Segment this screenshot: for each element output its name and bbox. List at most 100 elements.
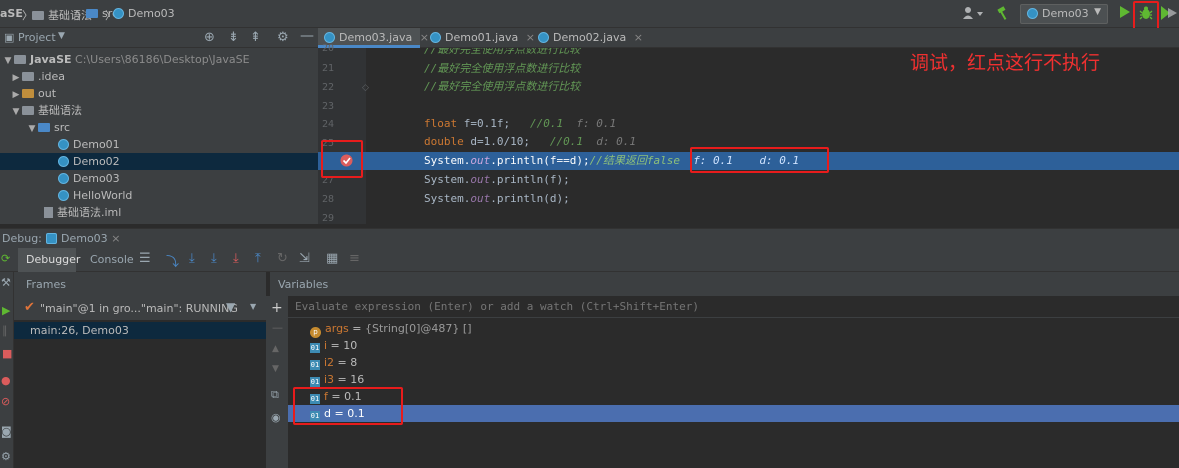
folder-icon: [22, 89, 34, 98]
editor-gutter[interactable]: 20 21 22 23 24 25 26 27 28 29 ◇: [318, 43, 369, 224]
move-up-icon[interactable]: ▲: [272, 344, 279, 354]
class-icon: [58, 190, 69, 201]
code-text: .println(d);: [490, 192, 570, 205]
code-line-21: //最好完全使用浮点数进行比较: [424, 62, 581, 75]
tree-item-label: JavaSE: [30, 53, 72, 66]
static-field: out: [470, 154, 491, 167]
tree-item-idea[interactable]: ▶ .idea: [0, 68, 318, 85]
minimize-icon[interactable]: —: [300, 28, 314, 44]
evaluate-expression-input[interactable]: [288, 296, 1179, 318]
tree-item-label: 基础语法.iml: [57, 206, 122, 219]
show-execution-point-icon[interactable]: ⤵: [166, 251, 179, 270]
run-icon[interactable]: [1120, 6, 1130, 21]
trace-icon[interactable]: ≡: [349, 251, 360, 266]
variable-row[interactable]: p args = {String[0]@487} []: [288, 320, 1179, 338]
pause-icon[interactable]: ∥: [2, 324, 8, 337]
tab-demo02[interactable]: Demo02.java ×: [532, 28, 643, 48]
primitive-icon: 01: [310, 377, 320, 387]
gear-icon[interactable]: ⚙: [1, 450, 11, 463]
run-configuration-select[interactable]: Demo03 ▼: [1020, 4, 1108, 24]
tree-item-demo01[interactable]: Demo01: [0, 136, 318, 153]
code-line-24: float f=0.1f; //0.1 f: 0.1: [424, 115, 616, 133]
close-icon[interactable]: ×: [634, 31, 643, 44]
static-field: out: [470, 173, 491, 186]
tab-debugger[interactable]: Debugger: [18, 248, 80, 272]
add-watch-icon[interactable]: +: [271, 300, 283, 316]
tree-item-helloworld[interactable]: HelloWorld: [0, 187, 318, 204]
debug-session-tab[interactable]: Demo03 ×: [46, 232, 120, 245]
collapse-all-icon[interactable]: ⇞: [250, 30, 261, 45]
filter-icon[interactable]: ▼: [226, 300, 235, 314]
resume-icon[interactable]: ▶: [2, 304, 10, 317]
drop-frame-icon[interactable]: ↻: [277, 251, 288, 266]
rerun-icon[interactable]: ⟳: [1, 252, 10, 265]
mute-breakpoints-icon[interactable]: ⊘: [1, 395, 10, 408]
code-line-20: //最好完全使用浮点数进行比较: [424, 48, 581, 56]
variable-name: args: [325, 322, 349, 335]
run-to-cursor-icon[interactable]: ⇲: [299, 251, 310, 266]
tree-item-src[interactable]: ▼ src: [0, 119, 318, 136]
expand-all-icon[interactable]: ⇟: [228, 30, 239, 45]
frame-item[interactable]: main:26, Demo03: [14, 322, 266, 339]
tab-demo01[interactable]: Demo01.java ×: [424, 28, 535, 48]
camera-icon[interactable]: ◙: [1, 425, 12, 438]
tree-item-module[interactable]: ▼ 基础语法: [0, 102, 318, 119]
variables-header: Variables: [270, 272, 1179, 296]
run-config-label: Demo03: [1042, 7, 1089, 20]
project-panel-title[interactable]: Project: [18, 31, 56, 44]
code-line-25: double d=1.0/10; //0.1 d: 0.1: [424, 133, 636, 151]
class-icon: [430, 32, 441, 43]
tree-item-label: Demo02: [73, 155, 120, 168]
class-icon: [58, 156, 69, 167]
copy-icon[interactable]: ⧉: [271, 388, 279, 402]
hammer-icon[interactable]: [996, 6, 1010, 23]
code-text: System.: [424, 173, 471, 186]
tree-item-demo02[interactable]: Demo02: [0, 153, 318, 170]
tree-item-iml[interactable]: 基础语法.iml: [0, 204, 318, 221]
variable-row[interactable]: 01 i3 = 16: [288, 371, 1179, 388]
step-into-icon[interactable]: ⤓: [211, 251, 217, 266]
variable-row[interactable]: 01 i2 = 8: [288, 354, 1179, 371]
chevron-down-icon[interactable]: ▼: [58, 31, 65, 41]
eye-icon[interactable]: ◉: [271, 411, 281, 424]
tree-item-demo03[interactable]: Demo03: [0, 170, 318, 187]
force-step-into-icon[interactable]: ⤓: [233, 251, 239, 266]
folder-icon: [22, 72, 34, 81]
gear-icon[interactable]: ⚙: [277, 30, 289, 45]
class-icon: [113, 8, 124, 19]
locate-icon[interactable]: ⊕: [204, 30, 215, 45]
variable-row[interactable]: 01 f = 0.1: [288, 388, 1179, 405]
view-breakpoints-icon[interactable]: ●: [1, 374, 11, 387]
variable-row-selected[interactable]: 01 d = 0.1: [288, 405, 1179, 422]
breadcrumb-file[interactable]: Demo03: [113, 7, 175, 20]
tree-item-label: 基础语法: [38, 104, 82, 117]
tab-console[interactable]: Console: [90, 253, 134, 266]
chevron-down-icon[interactable]: ▼: [250, 302, 256, 311]
step-out-icon[interactable]: ⤒: [255, 251, 261, 266]
menu-icon[interactable]: ☰: [139, 251, 151, 266]
tree-item-out[interactable]: ▶ out: [0, 85, 318, 102]
coverage-icon[interactable]: [1161, 6, 1177, 23]
variable-equals: =: [334, 373, 351, 386]
remove-icon[interactable]: —: [272, 321, 283, 334]
thread-selector[interactable]: ✔ "main"@1 in gro..."main": RUNNING ▼ ▼: [14, 296, 266, 320]
wrench-icon[interactable]: ⚒: [1, 276, 11, 289]
variables-title: Variables: [278, 278, 329, 291]
close-icon[interactable]: ×: [111, 232, 120, 245]
breadcrumb-project[interactable]: aSE: [0, 7, 23, 20]
code-text: System.: [424, 192, 471, 205]
stop-icon[interactable]: ■: [2, 347, 12, 360]
user-icon[interactable]: [962, 6, 984, 23]
check-icon: ✔: [24, 300, 35, 315]
tree-item-path: C:\Users\86186\Desktop\JavaSE: [75, 53, 250, 66]
evaluate-icon[interactable]: ▦: [326, 251, 338, 266]
tree-item-project-root[interactable]: ▼ JavaSE C:\Users\86186\Desktop\JavaSE: [0, 51, 318, 68]
move-down-icon[interactable]: ▼: [272, 364, 279, 374]
variable-row[interactable]: 01 i = 10: [288, 337, 1179, 354]
code-text: d=1.0/10;: [463, 135, 550, 148]
project-panel-header: ▣ Project ▼ ⊕ ⇟ ⇞ ⚙ —: [0, 28, 318, 48]
project-view-icon: ▣: [4, 31, 15, 44]
line-number: 22: [321, 82, 334, 93]
inline-values-highlight-box: [690, 147, 829, 173]
step-over-icon[interactable]: ⤓: [189, 251, 195, 266]
